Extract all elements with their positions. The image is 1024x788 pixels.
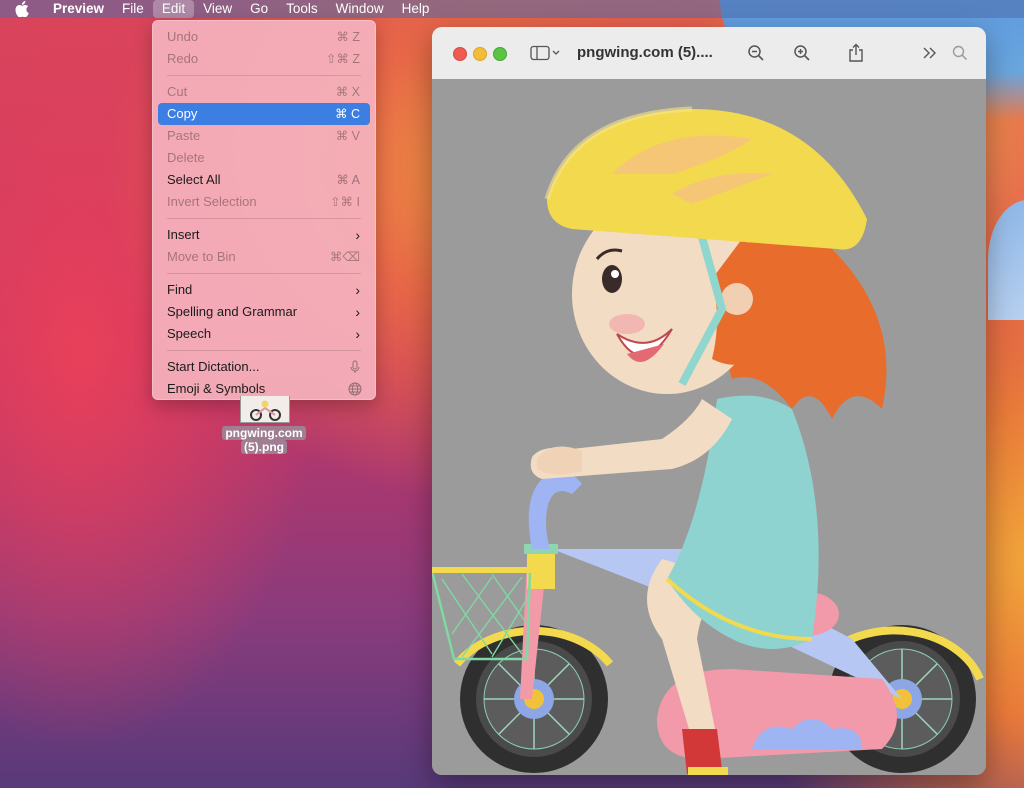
menu-item-label: Delete <box>167 150 205 165</box>
menu-item-spelling-grammar[interactable]: Spelling and Grammar › <box>158 301 370 323</box>
menu-app-preview[interactable]: Preview <box>53 0 113 18</box>
menu-item-label: Spelling and Grammar <box>167 304 298 319</box>
search-icon <box>952 45 968 61</box>
share-button[interactable] <box>845 43 867 63</box>
menu-item-shortcut: ⇧⌘ Z <box>325 52 360 66</box>
menu-item-label: Undo <box>167 29 199 44</box>
menu-separator <box>167 218 361 219</box>
sidebar-toggle-button[interactable] <box>529 43 563 63</box>
more-toolbar-button[interactable] <box>920 43 940 63</box>
menu-item-label: Start Dictation... <box>167 359 260 374</box>
menu-item-shortcut: ⇧⌘ I <box>330 195 360 209</box>
menu-item-insert[interactable]: Insert › <box>158 224 370 246</box>
menu-item-shortcut: ⌘ V <box>335 129 360 143</box>
chevron-right-icon: › <box>355 227 360 243</box>
menu-item-label: Insert <box>167 227 200 242</box>
menu-separator <box>167 75 361 76</box>
menu-item-speech[interactable]: Speech › <box>158 323 370 345</box>
menu-view[interactable]: View <box>194 0 241 18</box>
menu-item-label: Cut <box>167 84 188 99</box>
zoom-in-button[interactable] <box>791 43 813 63</box>
globe-icon <box>348 382 362 396</box>
menu-item-paste[interactable]: Paste ⌘ V <box>158 125 370 147</box>
edit-menu-dropdown: Undo ⌘ Z Redo ⇧⌘ Z Cut ⌘ X Copy ⌘ C Past… <box>152 20 376 400</box>
share-icon <box>849 43 863 62</box>
menu-help[interactable]: Help <box>393 0 439 18</box>
menu-item-start-dictation[interactable]: Start Dictation... <box>158 356 370 378</box>
menu-item-label: Paste <box>167 128 201 143</box>
wallpaper-sky-shape-right <box>988 200 1024 320</box>
chevron-right-icon: › <box>355 326 360 342</box>
minimize-window-button[interactable] <box>473 47 487 61</box>
menu-item-label: Copy <box>167 106 198 121</box>
file-name-line1: pngwing.com <box>222 426 306 440</box>
menu-item-shortcut: ⌘ C <box>335 107 360 121</box>
menu-file[interactable]: File <box>113 0 153 18</box>
zoom-out-button[interactable] <box>745 43 767 63</box>
menu-item-invert-selection[interactable]: Invert Selection ⇧⌘ I <box>158 191 370 213</box>
microphone-icon <box>350 360 360 373</box>
search-button[interactable] <box>950 43 970 63</box>
menu-item-delete[interactable]: Delete <box>158 147 370 169</box>
menu-item-label: Redo <box>167 51 199 66</box>
menu-item-copy[interactable]: Copy ⌘ C <box>158 103 370 125</box>
menu-item-label: Invert Selection <box>167 194 257 209</box>
window-title: pngwing.com (5).... <box>577 44 713 61</box>
more-chevrons-icon <box>923 47 936 59</box>
menu-item-shortcut: ⌘ X <box>335 85 360 99</box>
chevron-right-icon: › <box>355 282 360 298</box>
menu-item-label: Move to Bin <box>167 249 236 264</box>
menu-edit[interactable]: Edit <box>152 0 195 18</box>
menu-item-shortcut: ⌘⌫ <box>329 250 360 264</box>
menu-window[interactable]: Window <box>327 0 393 18</box>
close-window-button[interactable] <box>453 47 467 61</box>
file-thumbnail <box>240 396 290 423</box>
menu-separator <box>167 273 361 274</box>
window-toolbar: pngwing.com (5).... <box>432 27 986 80</box>
menu-tools[interactable]: Tools <box>277 0 327 18</box>
menu-item-cut[interactable]: Cut ⌘ X <box>158 81 370 103</box>
desktop-file-icon[interactable] <box>238 393 290 423</box>
fullscreen-window-button[interactable] <box>493 47 507 61</box>
menu-item-find[interactable]: Find › <box>158 279 370 301</box>
menu-item-shortcut: ⌘ Z <box>336 30 360 44</box>
apple-logo-icon[interactable] <box>15 1 33 17</box>
file-name-line2: (5).png <box>241 440 287 454</box>
menu-item-undo[interactable]: Undo ⌘ Z <box>158 26 370 48</box>
menu-item-label: Select All <box>167 172 221 187</box>
zoom-out-icon <box>748 45 764 61</box>
desktop-file-label[interactable]: pngwing.com (5).png <box>219 426 309 454</box>
menu-separator <box>167 350 361 351</box>
chevron-right-icon: › <box>355 304 360 320</box>
menu-item-label: Find <box>167 282 193 297</box>
menu-item-shortcut: ⌘ A <box>336 173 360 187</box>
menu-bar: Preview File Edit View Go Tools Window H… <box>0 0 1024 18</box>
menu-item-redo[interactable]: Redo ⇧⌘ Z <box>158 48 370 70</box>
menu-item-label: Speech <box>167 326 212 341</box>
menu-go[interactable]: Go <box>241 0 277 18</box>
image-canvas <box>432 79 986 775</box>
sidebar-toggle-icon <box>530 45 560 61</box>
menu-item-select-all[interactable]: Select All ⌘ A <box>158 169 370 191</box>
zoom-in-icon <box>794 45 810 61</box>
menu-item-move-to-bin[interactable]: Move to Bin ⌘⌫ <box>158 246 370 268</box>
preview-window: pngwing.com (5).... <box>432 27 986 775</box>
